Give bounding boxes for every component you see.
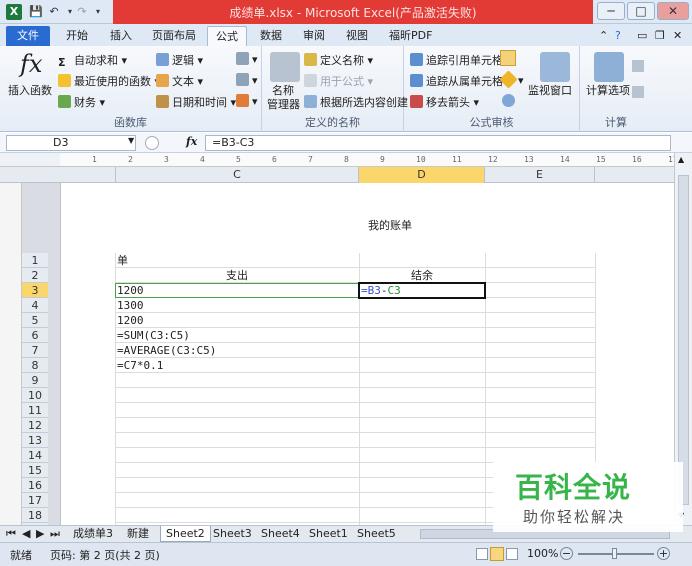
zoom-in-icon[interactable]: + [657, 547, 670, 560]
sheet-tab-7[interactable]: Sheet5 [352, 526, 401, 542]
sheet-tab-4[interactable]: Sheet3 [208, 526, 257, 542]
watermark-brand: 百科全说 [515, 471, 632, 504]
row-header-15[interactable]: 15 [22, 463, 48, 478]
row-header-11[interactable]: 11 [22, 403, 48, 418]
grid-row-line [115, 387, 595, 388]
zoom-slider-thumb[interactable] [612, 548, 617, 559]
row-header-6[interactable]: 6 [22, 328, 48, 343]
cell-c4[interactable]: 1300 [117, 298, 144, 313]
status-page: 页码: 第 2 页(共 2 页) [50, 549, 160, 562]
grid-row-line [115, 402, 595, 403]
grid-row-line [115, 447, 595, 448]
row-header-4[interactable]: 4 [22, 298, 48, 313]
last-sheet-icon[interactable]: ⏭ [48, 526, 62, 542]
row-header-7[interactable]: 7 [22, 343, 48, 358]
grid-row-line [115, 432, 595, 433]
grid-row-line [115, 312, 595, 313]
row-header-bar: 12345678910111213141516171819 [22, 253, 48, 538]
row-header-1[interactable]: 1 [22, 253, 48, 268]
sheet-tab-1[interactable]: 成绩单3 [68, 526, 118, 542]
cell-c3[interactable]: 1200 [117, 283, 144, 298]
sheet-tab-3-active[interactable]: Sheet2 [160, 526, 211, 542]
d3-operator: - [380, 284, 388, 297]
row-header-3[interactable]: 3 [22, 283, 48, 298]
row-header-8[interactable]: 8 [22, 358, 48, 373]
cell-c5[interactable]: 1200 [117, 313, 144, 328]
page-break-view-icon[interactable] [506, 548, 518, 560]
d3-ref-c3: C3 [387, 284, 401, 297]
row-header-5[interactable]: 5 [22, 313, 48, 328]
row-header-18[interactable]: 18 [22, 508, 48, 523]
row-header-16[interactable]: 16 [22, 478, 48, 493]
zoom-level[interactable]: 100% [527, 547, 558, 560]
sheet-tab-6[interactable]: Sheet1 [304, 526, 353, 542]
row-header-14[interactable]: 14 [22, 448, 48, 463]
row-header-12[interactable]: 12 [22, 418, 48, 433]
watermark: 百科全说 助你轻松解决 [493, 462, 683, 532]
page-layout-view-icon[interactable] [490, 547, 504, 561]
d3-ref-b3: =B3 [361, 284, 381, 297]
row-header-9[interactable]: 9 [22, 373, 48, 388]
sheet-tab-5[interactable]: Sheet4 [256, 526, 305, 542]
next-sheet-icon[interactable]: ▶ [34, 526, 46, 542]
row-header-10[interactable]: 10 [22, 388, 48, 403]
cell-c2[interactable]: 支出 [115, 268, 359, 283]
cell-c8[interactable]: =C7*0.1 [117, 358, 163, 373]
row-header-13[interactable]: 13 [22, 433, 48, 448]
row-header-17[interactable]: 17 [22, 493, 48, 508]
zoom-out-icon[interactable]: − [560, 547, 573, 560]
cell-c6[interactable]: =SUM(C3:C5) [117, 328, 190, 343]
status-bar: 就绪 页码: 第 2 页(共 2 页) 100% − + [0, 542, 692, 566]
normal-view-icon[interactable] [476, 548, 488, 560]
status-mode: 就绪 [10, 549, 32, 562]
cell-d3[interactable]: =B3-C3 [361, 283, 401, 298]
cell-d2[interactable]: 结余 [359, 268, 485, 283]
grid-row-line [115, 372, 595, 373]
watermark-slogan: 助你轻松解决 [523, 508, 626, 526]
prev-sheet-icon[interactable]: ◀ [20, 526, 32, 542]
sheet-tab-2[interactable]: 新建 [122, 526, 154, 542]
row-header-2[interactable]: 2 [22, 268, 48, 283]
first-sheet-icon[interactable]: ⏮ [4, 526, 18, 542]
sheet-header-title: 我的账单 [368, 219, 412, 232]
referenced-cell-highlight [115, 283, 359, 298]
cell-b1[interactable]: 单 [117, 253, 128, 268]
cell-c7[interactable]: =AVERAGE(C3:C5) [117, 343, 216, 358]
grid-row-line [115, 417, 595, 418]
